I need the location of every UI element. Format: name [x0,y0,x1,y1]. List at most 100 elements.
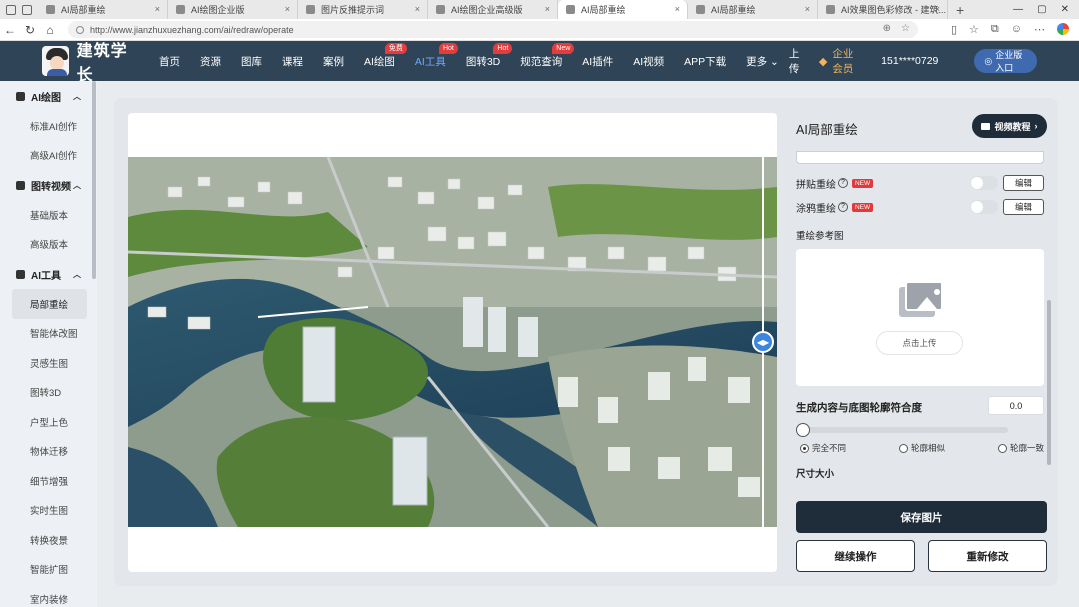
reload-icon[interactable]: ↻ [20,23,40,37]
tab-close-icon[interactable]: × [155,4,160,14]
tab-actions-icon[interactable] [22,4,32,15]
prompt-textarea[interactable] [796,151,1044,164]
doodle-redraw-toggle[interactable] [970,200,998,214]
video-tutorial-button[interactable]: 视频教程 › [972,114,1047,138]
collage-redraw-toggle[interactable] [970,176,998,190]
brand-name[interactable]: 建筑学长 [77,37,137,85]
tab-close-icon[interactable]: × [285,4,290,14]
tab-close-icon[interactable]: × [415,4,420,14]
doodle-edit-button[interactable]: 编辑 [1003,199,1044,215]
maximize-icon[interactable]: ▢ [1037,4,1046,15]
browser-tab[interactable]: AI绘图企业版 × [168,0,298,19]
radio-option[interactable]: 完全不同 [800,441,846,455]
continue-button[interactable]: 继续操作 [796,540,915,572]
copilot-icon[interactable] [1057,23,1069,35]
sidebar-group[interactable]: AI绘图 ︿ [0,81,97,111]
contour-match-input[interactable]: 0.0 [988,396,1044,415]
collage-edit-button[interactable]: 编辑 [1003,175,1044,191]
sidebar-item[interactable]: 细节增强 [0,466,97,496]
home-icon[interactable]: ⌂ [40,23,60,37]
user-phone[interactable]: 151****0729 [881,55,938,67]
minimize-icon[interactable]: — [1013,4,1023,15]
tab-close-icon[interactable]: × [545,4,550,14]
sidebar-item[interactable]: 物体迁移 [0,437,97,467]
brand-avatar-logo[interactable] [42,46,69,76]
nav-item[interactable]: APP下载 [674,54,736,69]
sidebar-item[interactable]: 基础版本 [0,200,97,230]
compare-slider-handle[interactable]: ◀▶ [752,331,774,353]
enterprise-entry-label: 企业版入口 [995,50,1023,73]
close-window-icon[interactable]: ✕ [1061,4,1069,15]
workspaces-icon[interactable] [6,4,16,15]
sidebar-item[interactable]: 图转3D [0,378,97,408]
contour-match-slider[interactable] [796,427,1008,433]
sidebar-scrollbar[interactable] [92,81,96,279]
sidebar-item[interactable]: 室内装修 [0,584,97,607]
enterprise-entry-button[interactable]: ◎ 企业版入口 [974,49,1038,73]
browser-tab[interactable]: AI效果图色彩修改 - 建筑... × [818,0,948,19]
save-image-button[interactable]: 保存图片 [796,501,1047,533]
nav-item[interactable]: 首页 [149,54,190,69]
favorite-star-icon[interactable]: ☆ [901,23,910,34]
split-screen-icon[interactable]: ▯ [951,23,957,36]
tab-close-icon[interactable]: × [675,4,680,14]
nav-item[interactable]: 更多 ⌄ [736,54,789,69]
nav-item[interactable]: 课程 [272,54,313,69]
radio-option[interactable]: 轮廓相似 [898,441,945,455]
url-field[interactable]: http://www.jianzhuxuezhang.com/ai/redraw… [68,21,918,38]
tab-close-icon[interactable]: × [935,4,940,14]
tab-favicon-icon [566,5,575,14]
nav-item-label: 案例 [323,55,344,68]
nav-item[interactable]: AI绘图 免费 [354,42,407,69]
more-icon[interactable]: ⋯ [1034,23,1045,36]
redo-button[interactable]: 重新修改 [928,540,1047,572]
sidebar-item[interactable]: 实时生图 [0,496,97,526]
nav-item[interactable]: 图库 [231,54,272,69]
browser-tab[interactable]: AI局部重绘 × [558,0,688,19]
nav-item[interactable]: 图转3D Hot [456,42,513,69]
radio-option[interactable]: 轮廓一致 [997,441,1044,455]
browser-tab[interactable]: AI局部重绘 × [38,0,168,19]
redraw-panel: AI局部重绘 视频教程 › 拼贴重绘 ? NEW 编辑 涂鸦重绘 ? NEW 编… [784,113,1056,579]
sidebar-item[interactable]: 转换夜景 [0,525,97,555]
nav-item[interactable]: AI视频 [623,54,674,69]
help-icon[interactable]: ? [838,178,848,188]
sidebar-item[interactable]: 高级AI创作 [0,141,97,171]
panel-scrollbar[interactable] [1047,300,1051,465]
sidebar-group[interactable]: AI工具 ︿ [0,259,97,289]
browser-tab[interactable]: 图片反推提示词 × [298,0,428,19]
profile-icon[interactable]: ☺ [1011,23,1022,36]
sidebar-item[interactable]: 灵感生图 [0,348,97,378]
zoom-icon[interactable]: ⊕ [883,23,891,34]
new-tab-icon[interactable]: + [948,2,972,18]
vip-badge[interactable]: ◆ 企业会员 [819,46,861,76]
back-icon[interactable]: ← [0,23,20,37]
omnibox-actions: ⊕ ☆ [883,23,910,34]
click-upload-button[interactable]: 点击上传 [876,331,963,355]
sidebar-item[interactable]: 标准AI创作 [0,111,97,141]
browser-tab[interactable]: AI局部重绘 × [688,0,818,19]
sidebar-item[interactable]: 智能扩图 [0,555,97,585]
sidebar-item[interactable]: 智能体改图 [0,319,97,349]
collections-icon[interactable]: ⧉ [991,23,999,36]
sidebar-item[interactable]: 高级版本 [0,230,97,260]
nav-item[interactable]: AI插件 [572,54,623,69]
favorites-icon[interactable]: ☆ [969,23,979,36]
nav-item[interactable]: 规范查询 New [510,42,575,69]
sidebar-item[interactable]: 户型上色 [0,407,97,437]
sidebar-group[interactable]: 图转视频 ︿ [0,170,97,200]
upload-link[interactable]: 上传 [789,46,805,76]
nav-item[interactable]: 资源 [190,54,231,69]
nav-item[interactable]: 案例 [313,54,354,69]
slider-thumb[interactable] [796,423,810,437]
tab-close-icon[interactable]: × [805,4,810,14]
browser-tab[interactable]: AI绘图企业高级版 × [428,0,558,19]
site-info-icon[interactable] [76,25,84,34]
sidebar-item[interactable]: 局部重绘 [12,289,87,319]
nav-item[interactable]: AI工具 Hot [405,42,458,69]
window-controls: — ▢ ✕ [1013,4,1079,15]
reference-upload-area[interactable]: 点击上传 [796,249,1044,386]
help-icon[interactable]: ? [838,202,848,212]
tab-label: AI局部重绘 [711,5,756,15]
nav-item-label: 图转3D [465,55,501,68]
